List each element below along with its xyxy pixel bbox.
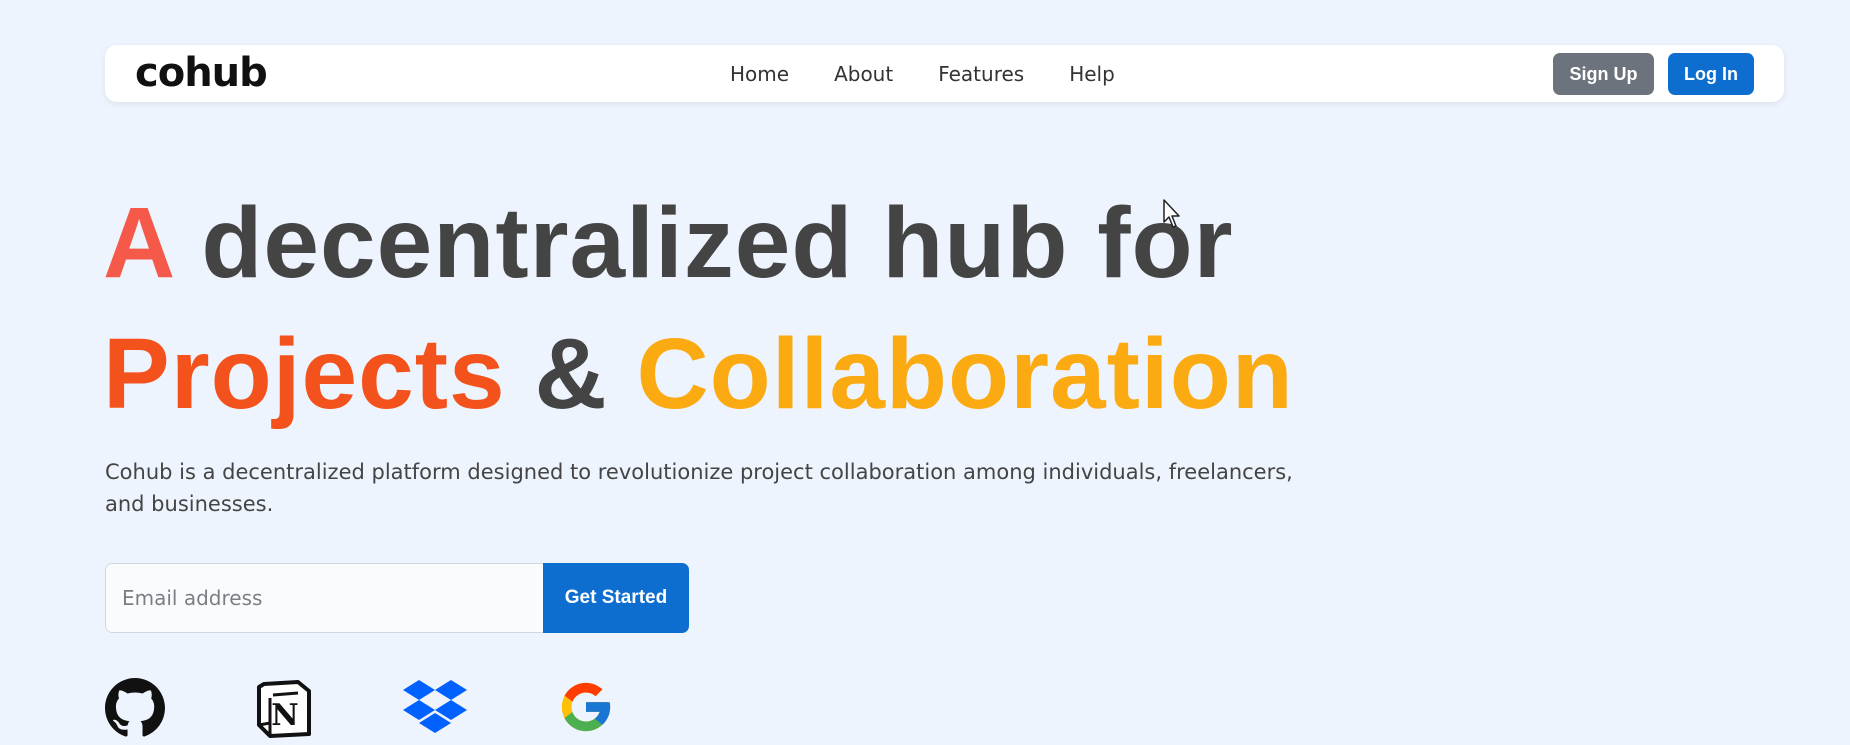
google-icon (561, 682, 611, 732)
hero-collaboration-word: Collaboration (636, 318, 1294, 430)
navbar: cohub Home About Features Help Sign Up L… (105, 45, 1784, 102)
sign-up-button[interactable]: Sign Up (1553, 53, 1654, 95)
brand-logos: N (105, 678, 625, 738)
hero-accent-a: A (103, 187, 173, 299)
hero-ampersand: & (534, 318, 608, 430)
nav-link-home[interactable]: Home (730, 62, 789, 86)
get-started-button[interactable]: Get Started (543, 563, 689, 633)
dropbox-icon (403, 680, 467, 733)
hero-description: Cohub is a decentralized platform design… (105, 460, 1293, 516)
notion-icon: N (257, 680, 311, 738)
nav-link-help[interactable]: Help (1069, 62, 1115, 86)
email-input[interactable] (105, 563, 543, 633)
email-signup-form: Get Started (105, 563, 689, 633)
nav-links: Home About Features Help (730, 45, 1160, 102)
svg-text:N: N (271, 698, 298, 733)
hero-title-line1: A decentralized hub for (103, 193, 1234, 293)
cohub-logo[interactable]: cohub (135, 53, 268, 93)
nav-link-features[interactable]: Features (938, 62, 1024, 86)
hero-title-line2: Projects & Collaboration (103, 324, 1294, 424)
mouse-cursor-icon (1163, 199, 1180, 228)
hero-projects-word: Projects (103, 318, 506, 430)
github-icon (105, 678, 165, 737)
nav-link-about[interactable]: About (834, 62, 893, 86)
hero-line1-text: decentralized hub for (201, 187, 1234, 299)
log-in-button[interactable]: Log In (1668, 53, 1754, 95)
